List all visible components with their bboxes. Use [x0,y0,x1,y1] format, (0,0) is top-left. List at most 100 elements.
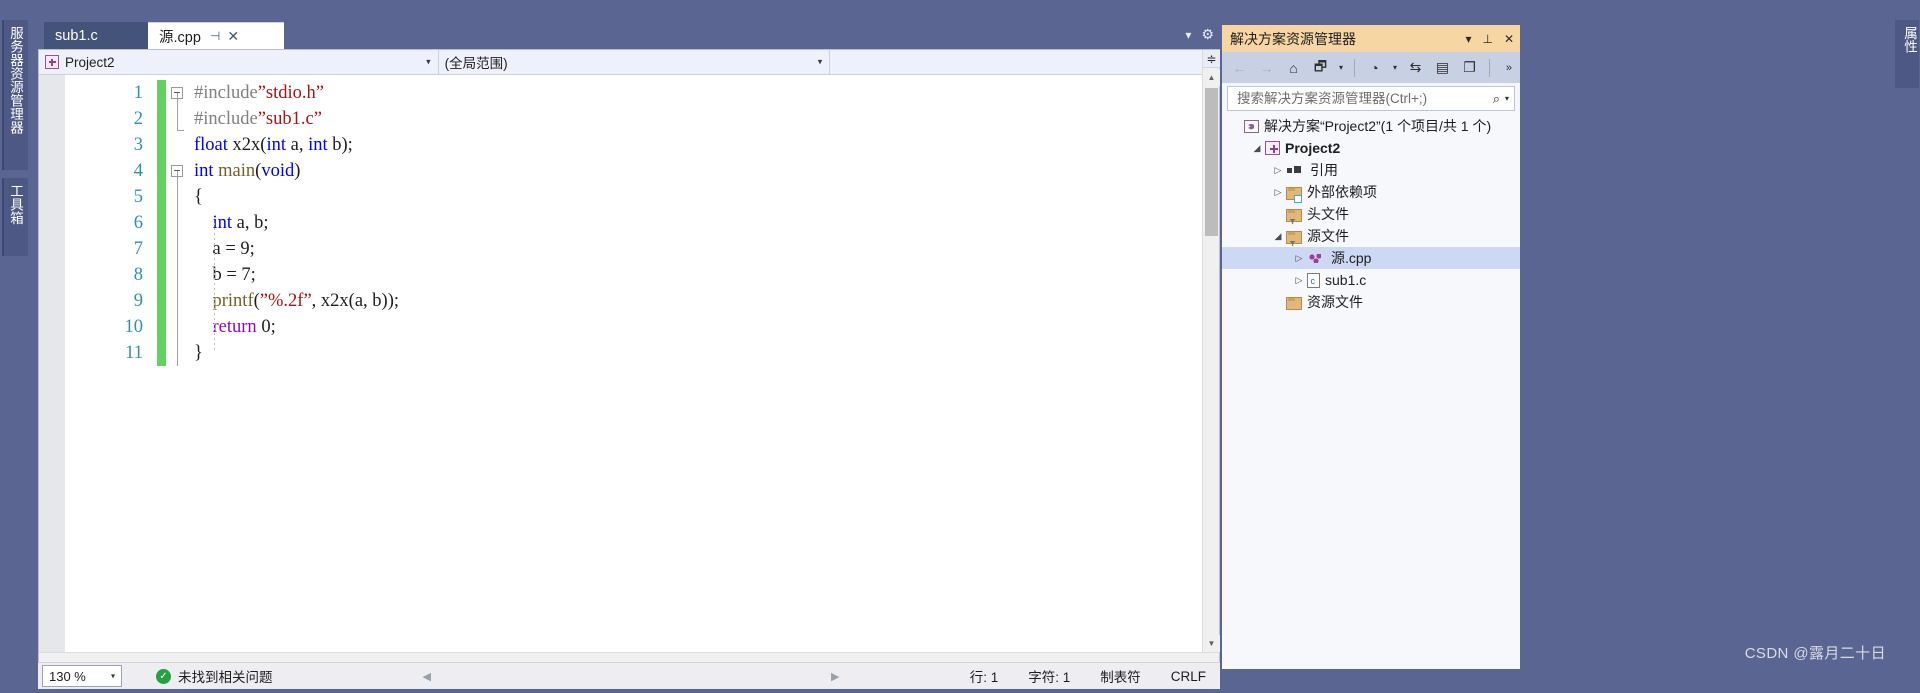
toolbar-separator [1354,58,1355,77]
tree-item-label: 引用 [1310,162,1338,178]
scrollbar-thumb[interactable] [1205,88,1218,236]
tab-label: sub1.c [55,27,98,44]
chevron-down-icon[interactable]: ▾ [1389,63,1401,72]
chevron-down-icon: ▾ [817,56,823,67]
sidebar-tab-toolbox[interactable]: 工具箱 [2,178,28,256]
tree-item-label: 源.cpp [1331,250,1372,266]
pin-icon[interactable]: ⊣ [210,30,220,42]
tree-item[interactable]: ▷ 头文件 [1222,203,1520,225]
member-combo[interactable]: ▾ [830,50,1219,74]
scroll-up-button[interactable]: ▲ [1203,69,1220,86]
code-line[interactable]: return 0; [166,314,1219,340]
pin-icon[interactable]: ⊥ [1482,32,1492,46]
code-token: main [218,161,256,181]
solution-tree[interactable]: ▷ 解决方案“Project2”(1 个项目/共 1 个) ◢ Project2 ▷ 引用… [1222,111,1520,669]
solution-explorer-search[interactable]: ⌕ ▾ [1227,86,1515,111]
tree-item[interactable]: ◢ 源文件 [1222,225,1520,247]
tree-item[interactable]: ▷ 源.cpp [1222,247,1520,269]
project-combo-value: Project2 [65,54,115,70]
chevron-down-icon[interactable]: ◢ [1270,231,1286,242]
chevron-right-icon[interactable]: ▷ [1291,275,1307,286]
code-line[interactable]: int main(void) [166,158,1219,184]
back-icon[interactable]: ← [1227,56,1252,80]
tree-item[interactable]: ▷ 资源文件 [1222,291,1520,313]
properties-icon[interactable]: ▤ [1430,56,1455,80]
tree-item-label: 源文件 [1307,228,1349,244]
tabstrip-actions: ▾ ⚙ [1185,26,1214,43]
code-line[interactable]: { [166,184,1219,210]
search-input[interactable] [1235,90,1493,107]
next-issue-icon[interactable]: ▶ [831,670,839,683]
tree-item-icon [1286,230,1302,244]
code-text-area[interactable]: #include”stdio.h” #include”sub1.c” float x… [166,80,1219,652]
status-indentation[interactable]: 制表符 [1100,666,1141,686]
gear-icon[interactable]: ⚙ [1201,26,1214,43]
tree-item-label: 外部依赖项 [1307,184,1377,200]
code-line-text: #include”stdio.h” [194,80,324,106]
tree-item[interactable]: ▷ sub1.c [1222,269,1520,291]
code-token: ”stdio.h” [257,83,324,103]
prev-issue-icon[interactable]: ◀ [423,670,431,683]
close-icon[interactable]: ✕ [227,29,239,43]
line-number: 10 [124,317,144,337]
sidebar-tab-properties[interactable]: 属性 [1895,20,1919,88]
code-line[interactable]: printf(”%.2f”, x2x(a, b)); [166,288,1219,314]
tree-item[interactable]: ◢ Project2 [1222,137,1520,159]
chevron-down-icon[interactable]: ▾ [1335,63,1347,72]
home-icon[interactable]: ⌂ [1281,56,1306,80]
editor-body[interactable]: 1 2 3 4 5 6 7 8 9 10 11 #include”stdio.h” #include”… [39,75,1219,652]
chevron-right-icon[interactable]: ▷ [1291,253,1307,264]
tree-item[interactable]: ▷ 引用 [1222,159,1520,181]
sidebar-tab-label: 属性 [1902,26,1917,53]
code-line-text: { [194,184,203,210]
project-combo[interactable]: Project2 ▾ [39,50,439,74]
code-line-text: a = 9; [194,236,255,262]
tree-item[interactable]: ▷ 解决方案“Project2”(1 个项目/共 1 个) [1222,115,1520,137]
chevron-right-icon[interactable]: ▷ [1270,187,1286,198]
chevron-down-icon[interactable]: ▾ [1465,32,1471,46]
problems-status[interactable]: ✓ 未找到相关问题 [156,666,273,686]
split-view-button[interactable]: ≑ [1203,50,1220,68]
code-token: printf [212,291,254,311]
tree-item-label: Project2 [1285,140,1341,156]
chevron-down-icon[interactable]: ▾ [1185,28,1191,42]
editor-tab-sub1-c[interactable]: sub1.c [44,22,148,49]
scroll-down-button[interactable]: ▼ [1203,635,1220,652]
editor-vertical-scrollbar[interactable]: ≑ ▲ ▼ [1202,50,1220,652]
code-line[interactable]: int a, b; [166,210,1219,236]
code-line[interactable]: } [166,340,1219,366]
code-line[interactable]: #include”stdio.h” [166,80,1219,106]
toggle-view-icon[interactable]: ⇆ [1403,56,1428,80]
code-token: #include [194,109,258,129]
code-line[interactable]: float x2x(int a, int b); [166,132,1219,158]
sidebar-tab-server-explorer[interactable]: 服务器资源管理器 [2,20,28,170]
code-token: a, b; [232,213,269,233]
chevron-down-icon[interactable]: ▾ [1505,94,1509,103]
chevron-right-icon[interactable]: ▷ [1270,165,1286,176]
scope-combo[interactable]: (全局范围) ▾ [438,50,831,74]
forward-icon[interactable]: → [1254,56,1279,80]
code-line[interactable]: #include”sub1.c” [166,106,1219,132]
code-line[interactable]: a = 9; [166,236,1219,262]
status-line: 行: 1 [969,670,999,685]
chevron-down-icon[interactable]: ◢ [1249,143,1265,154]
status-column: 字符: 1 [1028,670,1071,685]
tree-item[interactable]: ▷ 外部依赖项 [1222,181,1520,203]
code-line[interactable]: b = 7; [166,262,1219,288]
sync-with-active-document-icon[interactable]: 🗗 [1308,56,1333,80]
document-area: Project2 ▾ (全局范围) ▾ ▾ 1 2 3 4 5 6 7 8 9 10 11 #inc… [38,49,1220,677]
line-number: 3 [133,135,143,155]
editor-tab-yuan-cpp[interactable]: 源.cpp ⊣ ✕ [148,22,284,49]
line-number: 5 [133,187,143,207]
search-icon[interactable]: ⌕ [1493,91,1500,107]
show-all-files-icon[interactable]: ❐ [1457,56,1482,80]
solution-explorer-panel: 解决方案资源管理器 ▾ ⊥ ✕ ← → ⌂ 🗗 ▾ ◔ ▾ ⇆ ▤ ❐ » ⌕ [1222,25,1520,669]
zoom-level-combo[interactable]: 130 % ▾ [42,665,122,687]
pending-changes-icon[interactable]: ◔ [1362,56,1387,80]
status-line-ending[interactable]: CRLF [1171,669,1206,684]
overflow-icon[interactable]: » [1506,62,1515,74]
indicator-margin[interactable] [39,75,65,652]
code-token: a, [285,135,309,155]
close-icon[interactable]: ✕ [1504,32,1514,46]
